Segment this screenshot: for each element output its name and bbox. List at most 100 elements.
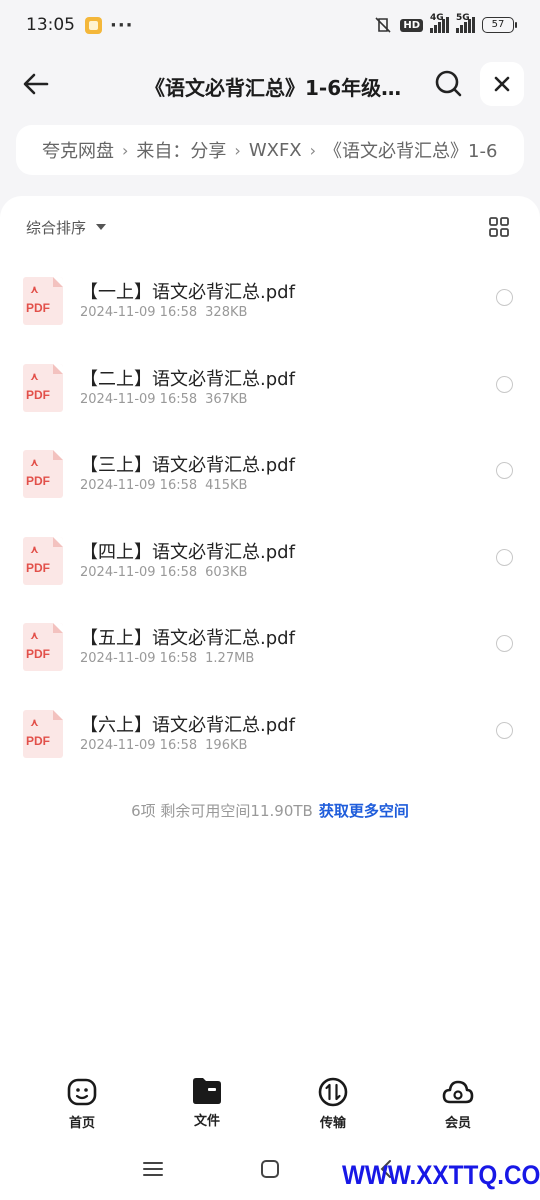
pdf-file-icon: ⋏ PDF <box>23 623 63 671</box>
select-checkbox[interactable] <box>496 462 513 479</box>
select-checkbox[interactable] <box>496 375 513 393</box>
menu-icon <box>143 1162 163 1176</box>
home-icon <box>67 1078 97 1106</box>
file-meta: 2024-11-09 16:58 367KB <box>80 392 247 407</box>
file-size: 196KB <box>205 737 248 753</box>
file-row[interactable]: ⋏ PDF 【一上】语文必背汇总.pdf 2024-11-09 16:58 328… <box>0 256 540 343</box>
breadcrumb-separator: › <box>309 140 317 160</box>
nav-item-files[interactable]: 文件 <box>167 1070 247 1129</box>
file-name: 【五上】语文必背汇总.pdf <box>80 628 295 649</box>
storage-summary-text: 6项 剩余可用空间11.90TB <box>131 802 313 820</box>
breadcrumb-item-root[interactable]: 夸克网盘 <box>42 137 114 163</box>
file-name: 【一上】语文必背汇总.pdf <box>80 282 295 303</box>
square-icon <box>261 1160 279 1178</box>
breadcrumb-separator: › <box>122 140 129 160</box>
file-date: 2024-11-09 16:58 <box>80 391 198 407</box>
select-checkbox[interactable] <box>496 548 513 566</box>
nav-item-transfer[interactable]: 传输 <box>293 1070 373 1131</box>
cloud-icon <box>442 1080 474 1104</box>
search-button[interactable] <box>433 68 465 100</box>
caret-down-icon <box>96 224 107 230</box>
vibrate-mute-icon <box>375 17 391 33</box>
file-size: 328KB <box>205 305 248 320</box>
file-size: 603KB <box>205 564 248 580</box>
file-size: 415KB <box>205 478 248 493</box>
pdf-file-icon: ⋏ PDF <box>23 450 63 498</box>
hd-badge: HD <box>400 18 423 32</box>
nav-label-home: 首页 <box>68 1116 95 1131</box>
file-name: 【四上】语文必背汇总.pdf <box>80 541 295 563</box>
status-bar: 13:05 ··· HD 4G 5G 57 <box>0 0 540 50</box>
breadcrumb-separator: › <box>234 140 241 160</box>
pdf-tag: PDF <box>26 647 50 661</box>
more-notifications-icon: ··· <box>110 14 134 36</box>
header: 《语文必背汇总》1-6年级… <box>0 60 540 110</box>
nav-item-membership[interactable]: 会员 <box>418 1070 498 1131</box>
system-menu-button[interactable] <box>142 1158 164 1184</box>
file-meta: 2024-11-09 16:58 415KB <box>80 478 247 493</box>
pdf-tag: PDF <box>26 560 50 575</box>
file-row[interactable]: ⋏ PDF 【四上】语文必背汇总.pdf 2024-11-09 16:58 603… <box>0 516 540 603</box>
select-checkbox[interactable] <box>496 289 513 306</box>
close-button[interactable] <box>480 62 524 106</box>
file-date: 2024-11-09 16:58 <box>80 651 198 666</box>
pdf-file-icon: ⋏ PDF <box>23 536 63 585</box>
status-time: 13:05 <box>26 15 75 35</box>
file-meta: 2024-11-09 16:58 328KB <box>80 305 247 320</box>
search-icon <box>435 70 462 97</box>
file-row[interactable]: ⋏ PDF 【二上】语文必背汇总.pdf 2024-11-09 16:58 367… <box>0 343 540 430</box>
sort-label: 综合排序 <box>26 218 87 237</box>
transfer-icon <box>318 1077 348 1107</box>
status-indicators: HD 4G 5G 57 <box>373 13 517 35</box>
file-name: 【六上】语文必背汇总.pdf <box>80 714 295 736</box>
grid-view-button[interactable] <box>488 216 510 238</box>
breadcrumb-item-share[interactable]: 来自：分享 <box>136 137 226 163</box>
network-4g-label: 4G <box>430 13 444 23</box>
file-list: ⋏ PDF 【一上】语文必背汇总.pdf 2024-11-09 16:58 328… <box>0 256 540 775</box>
bottom-nav: 首页 文件 传输 会员 <box>0 1070 540 1140</box>
pdf-tag: PDF <box>26 474 50 488</box>
network-5g-label: 5G <box>456 13 470 23</box>
file-date: 2024-11-09 16:58 <box>80 737 198 753</box>
file-row[interactable]: ⋏ PDF 【三上】语文必背汇总.pdf 2024-11-09 16:58 415… <box>0 429 540 516</box>
breadcrumb: 夸克网盘 › 来自：分享 › WXFX › 《语文必背汇总》1-6 <box>16 125 524 175</box>
file-row[interactable]: ⋏ PDF 【五上】语文必背汇总.pdf 2024-11-09 16:58 1.2… <box>0 602 540 689</box>
file-date: 2024-11-09 16:58 <box>80 564 198 580</box>
file-size: 367KB <box>205 391 248 407</box>
pdf-file-icon: ⋏ PDF <box>23 277 63 325</box>
storage-summary: 6项 剩余可用空间11.90TB 获取更多空间 <box>0 800 540 821</box>
file-meta: 2024-11-09 16:58 1.27MB <box>80 651 254 666</box>
system-home-button[interactable] <box>259 1158 281 1184</box>
file-row[interactable]: ⋏ PDF 【六上】语文必背汇总.pdf 2024-11-09 16:58 196… <box>0 689 540 776</box>
arrow-left-icon <box>23 73 49 95</box>
file-date: 2024-11-09 16:58 <box>80 478 198 493</box>
nav-label-transfer: 传输 <box>319 1116 346 1131</box>
nav-item-home[interactable]: 首页 <box>42 1070 122 1131</box>
pdf-tag: PDF <box>26 733 50 748</box>
close-icon <box>494 76 510 92</box>
notification-app-icon <box>85 16 102 34</box>
back-button[interactable] <box>20 68 52 100</box>
file-name: 【三上】语文必背汇总.pdf <box>80 455 295 476</box>
select-checkbox[interactable] <box>496 635 513 652</box>
file-name: 【二上】语文必背汇总.pdf <box>80 368 295 390</box>
signal-4g-icon: 4G <box>430 13 449 33</box>
file-list-panel: 综合排序 ⋏ PDF 【一上】语文必背汇总.pdf 2024-11-09 16:… <box>0 196 540 1200</box>
nav-label-files: 文件 <box>193 1114 220 1129</box>
file-meta: 2024-11-09 16:58 603KB <box>80 565 247 580</box>
pdf-tag: PDF <box>26 301 50 315</box>
page-title: 《语文必背汇总》1-6年级… <box>145 76 402 100</box>
file-date: 2024-11-09 16:58 <box>80 305 198 320</box>
select-checkbox[interactable] <box>496 721 513 739</box>
pdf-tag: PDF <box>26 387 50 402</box>
pdf-file-icon: ⋏ PDF <box>23 363 63 412</box>
folder-icon <box>193 1078 221 1104</box>
signal-5g-icon: 5G <box>456 13 475 33</box>
nav-label-membership: 会员 <box>444 1116 471 1131</box>
watermark: WWW.XXTTQ.COM <box>342 1160 540 1190</box>
breadcrumb-item-wxfx[interactable]: WXFX <box>249 140 302 161</box>
breadcrumb-item-current[interactable]: 《语文必背汇总》1-6 <box>324 137 497 163</box>
battery-icon: 57 <box>482 17 517 33</box>
get-more-space-link[interactable]: 获取更多空间 <box>319 802 409 820</box>
sort-dropdown[interactable]: 综合排序 <box>26 216 107 238</box>
